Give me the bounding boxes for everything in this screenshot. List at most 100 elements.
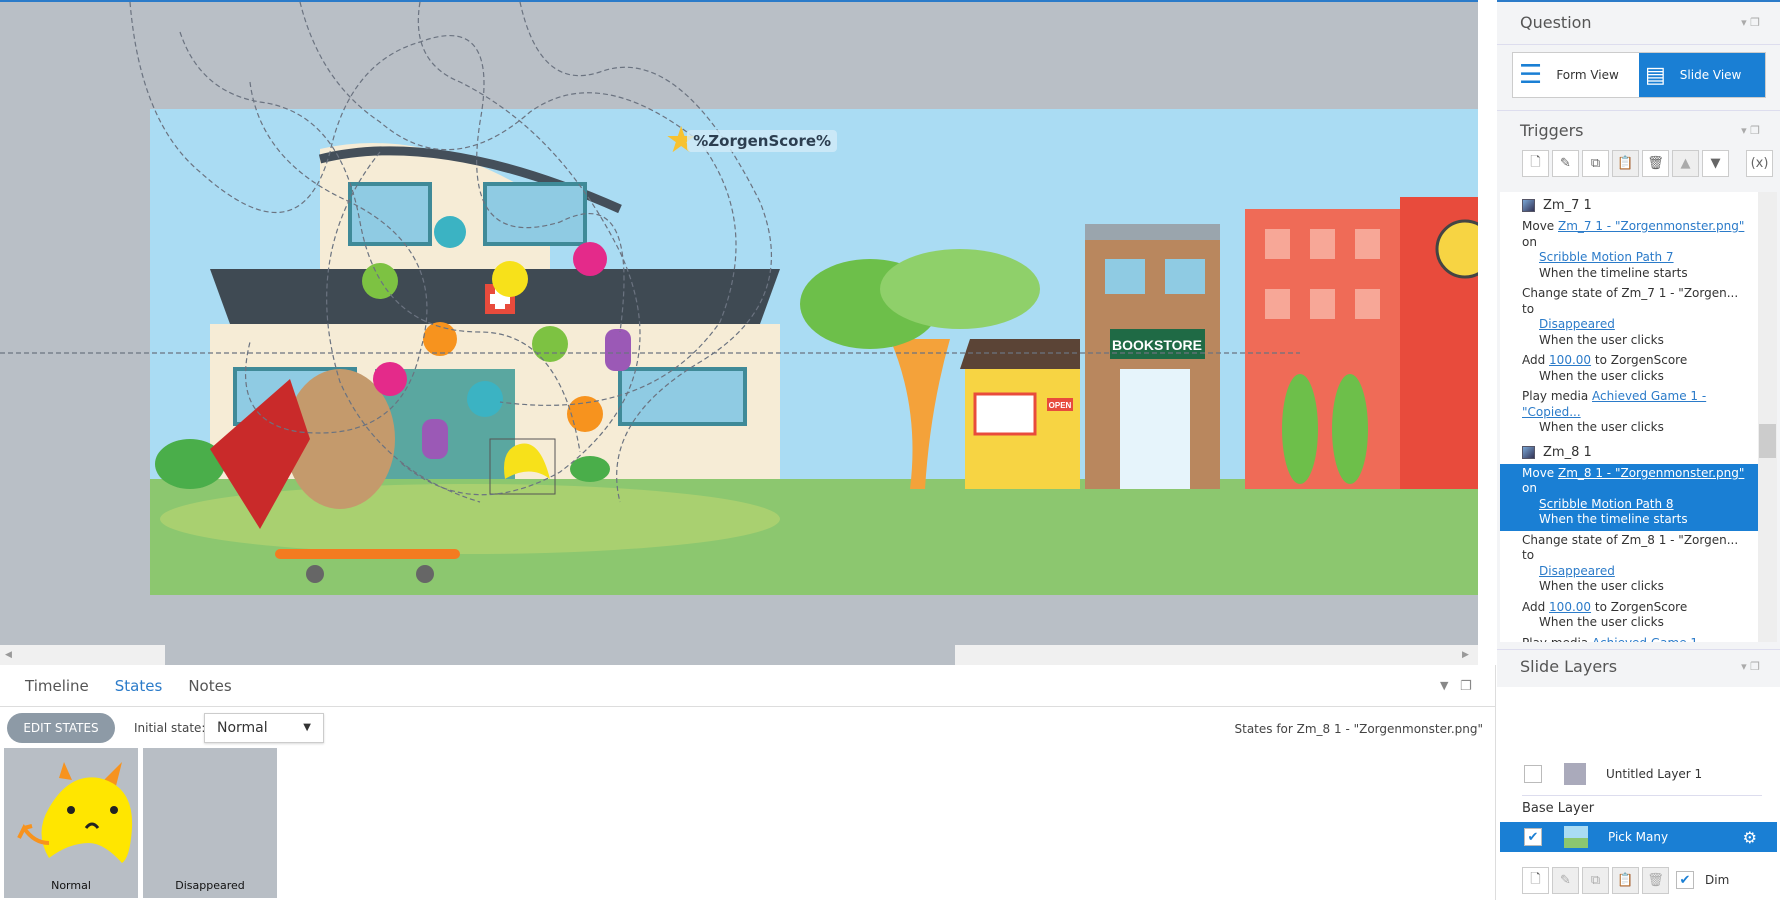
slide-stage[interactable]: OPEN BOOKSTORE	[150, 109, 1478, 595]
tab-notes[interactable]: Notes	[188, 677, 231, 695]
trigger-item[interactable]: Add 100.00 to ZorgenScore When the user c…	[1500, 598, 1758, 634]
restore-panel-icon[interactable]: ▾ ❐	[1741, 660, 1760, 673]
image-icon	[1522, 445, 1535, 459]
move-up-button[interactable]: ▲	[1672, 150, 1699, 177]
scroll-thumb[interactable]	[165, 645, 955, 665]
trigger-condition: When the user clicks	[1539, 332, 1664, 347]
edit-states-button[interactable]: EDIT STATES	[7, 713, 115, 743]
tab-states[interactable]: States	[115, 677, 163, 695]
triggers-list[interactable]: Zm_7 1 Move Zm_7 1 - "Zorgenmonster.png" …	[1500, 192, 1758, 642]
layer-thumbnail	[1564, 763, 1586, 785]
states-for-label: States for Zm_8 1 - "Zorgenmonster.png"	[1234, 722, 1484, 736]
initial-state-value: Normal	[217, 720, 268, 736]
scroll-right-icon[interactable]: ▶	[1462, 650, 1469, 660]
canvas-horizontal-scrollbar[interactable]: ◀ ▶	[0, 645, 1478, 665]
slide-background-scene: OPEN BOOKSTORE	[150, 143, 1478, 595]
layer-visibility-checkbox[interactable]: ✔	[1524, 828, 1542, 846]
trigger-action-text: Add	[1522, 599, 1550, 614]
trigger-action-text: on	[1522, 481, 1537, 495]
restore-panel-icon[interactable]: ❐	[1460, 679, 1472, 694]
trigger-link[interactable]: Disappeared	[1539, 564, 1615, 578]
trigger-link[interactable]: 100.00	[1549, 600, 1591, 614]
trigger-link[interactable]: 100.00	[1549, 353, 1591, 367]
layer-name: Untitled Layer 1	[1606, 767, 1703, 781]
slide-view-icon: ▤	[1645, 62, 1666, 88]
delete-trigger-button[interactable]: 🗑	[1642, 150, 1669, 177]
delete-layer-button[interactable]: 🗑	[1642, 867, 1669, 894]
trigger-item[interactable]: Add 100.00 to ZorgenScore When the user c…	[1500, 351, 1758, 387]
paste-trigger-button[interactable]: 📋	[1612, 150, 1639, 177]
restore-panel-icon[interactable]: ▾ ❐	[1741, 16, 1760, 29]
bookstore-sign: BOOKSTORE	[1112, 337, 1202, 353]
trigger-condition: When the user clicks	[1539, 615, 1664, 629]
trigger-action-text: to ZorgenScore	[1591, 353, 1688, 367]
gear-icon[interactable]: ⚙	[1743, 828, 1757, 847]
layer-untitled-layer-1[interactable]: Untitled Layer 1	[1500, 759, 1777, 789]
state-thumbnail-disappeared[interactable]: Disappeared	[143, 748, 277, 898]
trigger-group-name: Zm_8 1	[1543, 444, 1592, 460]
trigger-item[interactable]: Change state of Zm_7 1 - "Zorgen... to Di…	[1500, 284, 1758, 351]
form-view-label: Form View	[1556, 68, 1619, 82]
trigger-link[interactable]: Scribble Motion Path 7	[1539, 250, 1674, 264]
trigger-condition: When the timeline starts	[1539, 512, 1688, 526]
trigger-group[interactable]: Zm_8 1	[1500, 439, 1758, 464]
chevron-down-icon: ▼	[303, 722, 311, 733]
panel-menu-icon[interactable]: ▼	[1440, 679, 1448, 692]
triggers-panel-title: Triggers	[1520, 121, 1584, 140]
trigger-item[interactable]: Move Zm_7 1 - "Zorgenmonster.png" on Scri…	[1500, 217, 1758, 284]
trigger-action-text: Move	[1522, 219, 1558, 233]
right-panel: Question ▾ ❐ ☰ Form View ▤ Slide View Trig…	[1497, 0, 1780, 902]
form-view-button[interactable]: ☰ Form View	[1513, 53, 1639, 97]
layer-pick-many[interactable]: ✔ Pick Many ⚙	[1500, 822, 1777, 852]
slide-view-button[interactable]: ▤ Slide View	[1639, 53, 1765, 97]
dim-checkbox[interactable]: ✔	[1676, 871, 1694, 889]
restore-panel-icon[interactable]: ▾ ❐	[1741, 124, 1760, 137]
trigger-condition: When the timeline starts	[1539, 265, 1688, 280]
state-thumbnail-normal[interactable]: Normal	[4, 748, 138, 898]
trigger-action-text: Change state of Zm_7 1 - "Zorgen... to	[1522, 286, 1739, 316]
trigger-link[interactable]: Zm_7 1 - "Zorgenmonster.png"	[1558, 219, 1744, 233]
image-icon	[1522, 199, 1535, 212]
new-layer-button[interactable]: 🗋	[1522, 867, 1549, 894]
trigger-action-text: Play media	[1522, 389, 1593, 403]
trigger-item[interactable]: Move Zm_8 1 - "Zorgenmonster.png" on Scri…	[1500, 463, 1758, 531]
trigger-item[interactable]: Change state of Zm_8 1 - "Zorgen... to Di…	[1500, 531, 1758, 598]
variables-button[interactable]: (x)	[1746, 150, 1773, 177]
states-panel: Timeline States Notes ▼ ❐ EDIT STATES In…	[0, 665, 1496, 900]
layer-name: Pick Many	[1608, 830, 1669, 844]
state-label: Disappeared	[175, 879, 245, 892]
trigger-action-text: Add	[1522, 353, 1550, 367]
trigger-condition: When the user clicks	[1539, 579, 1664, 593]
trigger-action-text: Change state of Zm_8 1 - "Zorgen... to	[1522, 532, 1739, 563]
slide-view-label: Slide View	[1679, 68, 1742, 82]
trigger-item[interactable]: Play media Achieved Game 1 - "Copied...W…	[1500, 634, 1758, 643]
edit-trigger-button[interactable]: ✎	[1552, 150, 1579, 177]
paste-layer-button[interactable]: 📋	[1612, 867, 1639, 894]
slide-canvas[interactable]: OPEN BOOKSTORE ★ %ZorgenScore%	[0, 0, 1478, 645]
trigger-action-text: to ZorgenScore	[1591, 599, 1688, 614]
trigger-group[interactable]: Zm_7 1	[1500, 192, 1758, 217]
score-variable-text: %ZorgenScore%	[687, 130, 838, 152]
trigger-action-text: on	[1522, 234, 1537, 249]
copy-trigger-button[interactable]: ⧉	[1582, 150, 1609, 177]
layer-visibility-checkbox[interactable]	[1524, 765, 1542, 783]
layer-properties-button[interactable]: ✎	[1552, 867, 1579, 894]
triggers-scrollbar[interactable]	[1758, 192, 1777, 642]
layer-thumbnail	[1564, 826, 1588, 848]
scroll-left-icon[interactable]: ◀	[5, 650, 12, 660]
new-trigger-button[interactable]: 🗋	[1522, 150, 1549, 177]
trigger-link[interactable]: Disappeared	[1539, 317, 1615, 331]
score-display[interactable]: ★ %ZorgenScore%	[665, 123, 838, 159]
initial-state-label: Initial state:	[134, 721, 206, 735]
trigger-action-text: Move	[1522, 465, 1558, 480]
base-layer-label: Base Layer	[1522, 801, 1595, 816]
move-down-button[interactable]: ▼	[1702, 150, 1729, 177]
trigger-condition: When the user clicks	[1539, 420, 1664, 434]
duplicate-layer-button[interactable]: ⧉	[1582, 867, 1609, 894]
trigger-item[interactable]: Play media Achieved Game 1 - "Copied...W…	[1500, 387, 1758, 439]
question-panel-title: Question	[1520, 13, 1592, 32]
trigger-link[interactable]: Scribble Motion Path 8	[1539, 497, 1674, 511]
trigger-link[interactable]: Zm_8 1 - "Zorgenmonster.png"	[1558, 466, 1744, 480]
tab-timeline[interactable]: Timeline	[25, 677, 89, 695]
initial-state-select[interactable]: Normal ▼	[204, 713, 324, 743]
